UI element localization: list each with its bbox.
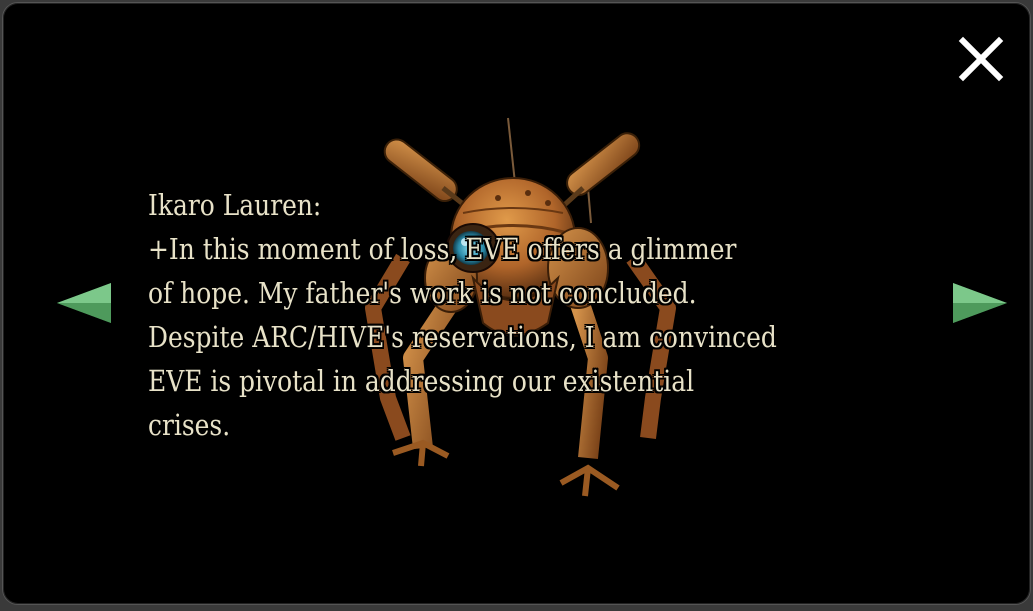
dialog-line: EVE is pivotal in addressing our existen…: [148, 364, 695, 398]
dialog-text: Ikaro Lauren: +In this moment of loss, E…: [148, 183, 802, 447]
arrow-left-icon[interactable]: [53, 279, 115, 327]
dialog-line: crises.: [148, 408, 231, 442]
dialog-line: Despite ARC/HIVE's reservations, I am co…: [148, 320, 777, 354]
arrow-right-icon[interactable]: [949, 279, 1011, 327]
dialog-line: +In this moment of loss, EVE offers a gl…: [148, 232, 737, 266]
story-dialog: Ikaro Lauren: +In this moment of loss, E…: [2, 2, 1031, 605]
close-icon[interactable]: [953, 31, 1009, 87]
dialog-line: of hope. My father's work is not conclud…: [148, 276, 697, 310]
speaker-name: Ikaro Lauren:: [148, 188, 322, 222]
